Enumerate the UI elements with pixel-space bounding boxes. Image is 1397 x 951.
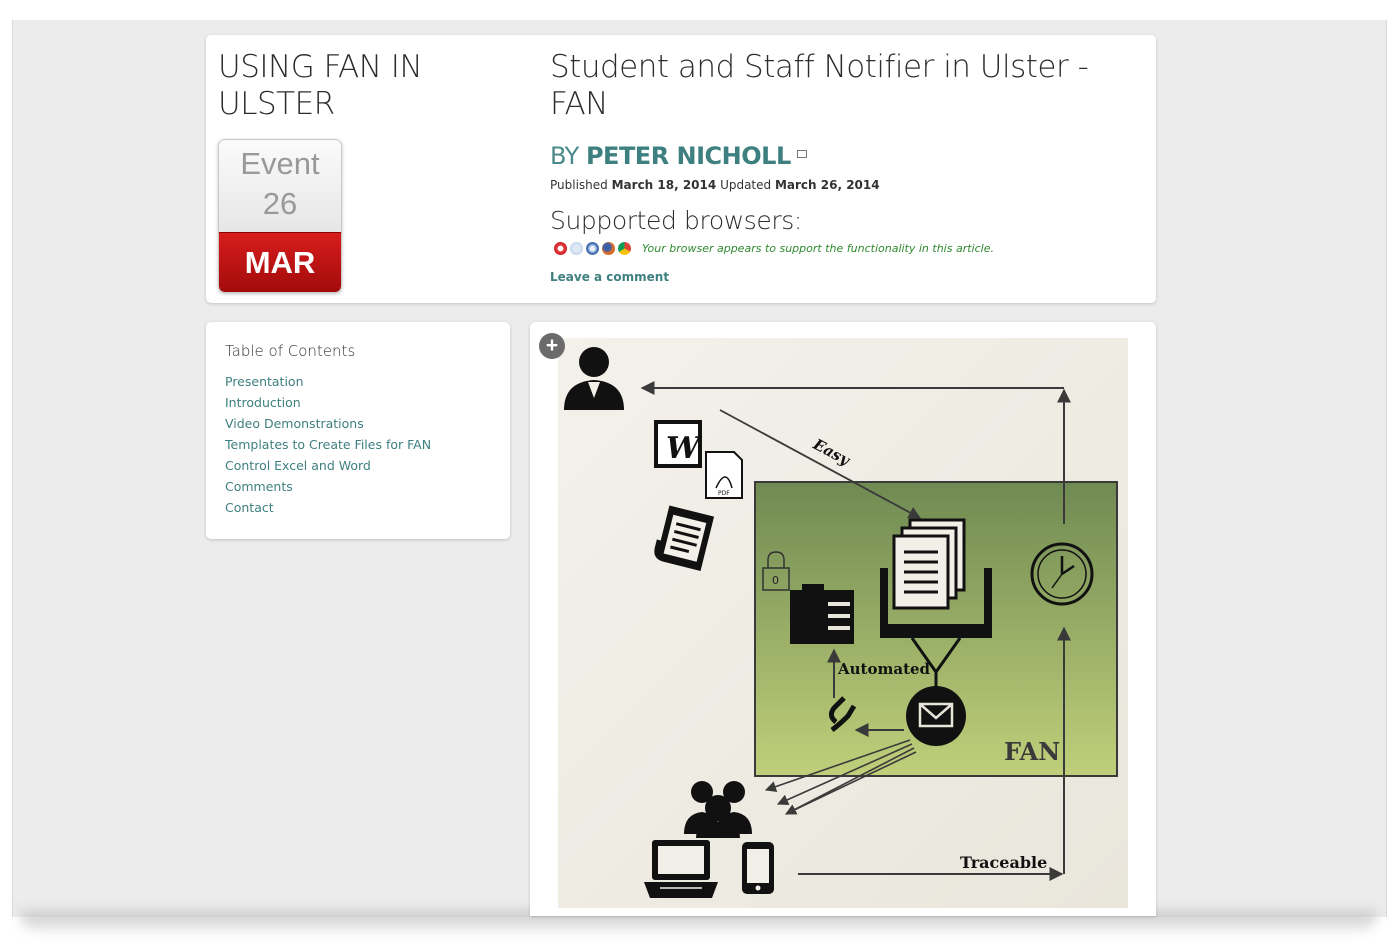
ie-icon bbox=[570, 241, 583, 255]
calendar-day: 26 bbox=[262, 186, 298, 221]
supported-browsers-heading: Supported browsers: bbox=[550, 206, 802, 235]
post-title: Student and Staff Notifier in Ulster - F… bbox=[550, 49, 1089, 122]
firefox-icon bbox=[602, 241, 615, 255]
calendar-month: MAR bbox=[219, 232, 341, 292]
table-of-contents: Table of Contents Presentation Introduct… bbox=[206, 322, 510, 539]
svg-text:0: 0 bbox=[772, 574, 779, 587]
toc-list: Presentation Introduction Video Demonstr… bbox=[225, 374, 431, 521]
file-cabinet-icon bbox=[790, 584, 854, 644]
diagram-card: Easy W PDF 0 Automated FAN Traceable + bbox=[530, 322, 1156, 916]
author-link[interactable]: PETER NICHOLL bbox=[586, 142, 791, 170]
browser-support-message: Your browser appears to support the func… bbox=[642, 241, 994, 255]
header-card: USING FAN IN ULSTER Event 26 MAR Student… bbox=[206, 35, 1156, 303]
toc-item-presentation[interactable]: Presentation bbox=[225, 374, 304, 389]
toc-item-introduction[interactable]: Introduction bbox=[225, 395, 301, 410]
toc-item-templates[interactable]: Templates to Create Files for FAN bbox=[225, 437, 431, 452]
label-automated: Automated bbox=[837, 660, 931, 678]
word-document-icon: W bbox=[654, 420, 703, 468]
opera-icon bbox=[554, 241, 567, 255]
safari-icon bbox=[586, 241, 599, 255]
svg-text:PDF: PDF bbox=[718, 490, 730, 497]
author-card-icon[interactable] bbox=[796, 150, 807, 158]
browser-support-row: Your browser appears to support the func… bbox=[554, 240, 994, 256]
event-calendar-badge: Event 26 MAR bbox=[218, 139, 342, 293]
pdf-document-icon: PDF bbox=[705, 451, 743, 499]
toc-heading: Table of Contents bbox=[225, 342, 356, 360]
byline-prefix: BY bbox=[550, 142, 579, 170]
toc-item-video-demonstrations[interactable]: Video Demonstrations bbox=[225, 416, 364, 431]
publish-info: Published March 18, 2014 Updated March 2… bbox=[550, 178, 880, 192]
mobile-phone-icon bbox=[742, 842, 774, 894]
leave-comment-link[interactable]: Leave a comment bbox=[550, 270, 669, 284]
toc-item-contact[interactable]: Contact bbox=[225, 500, 274, 515]
chrome-icon bbox=[618, 241, 631, 255]
email-icon bbox=[906, 686, 966, 746]
calendar-label: Event bbox=[240, 146, 320, 181]
updated-date: March 26, 2014 bbox=[774, 178, 880, 192]
event-title: USING FAN IN ULSTER bbox=[218, 49, 423, 122]
label-traceable: Traceable bbox=[960, 853, 1047, 872]
byline: BY PETER NICHOLL bbox=[550, 142, 807, 170]
svg-text:W: W bbox=[666, 431, 703, 466]
published-date: March 18, 2014 bbox=[611, 178, 717, 192]
toc-item-comments[interactable]: Comments bbox=[225, 479, 293, 494]
laptop-icon bbox=[644, 840, 718, 898]
updated-label: Updated bbox=[720, 178, 772, 192]
fan-diagram: Easy W PDF 0 Automated FAN Traceable bbox=[558, 338, 1128, 908]
toc-item-control-excel-word[interactable]: Control Excel and Word bbox=[225, 458, 371, 473]
published-label: Published bbox=[550, 178, 608, 192]
label-fan: FAN bbox=[1004, 737, 1060, 766]
zoom-in-button[interactable]: + bbox=[539, 333, 565, 359]
